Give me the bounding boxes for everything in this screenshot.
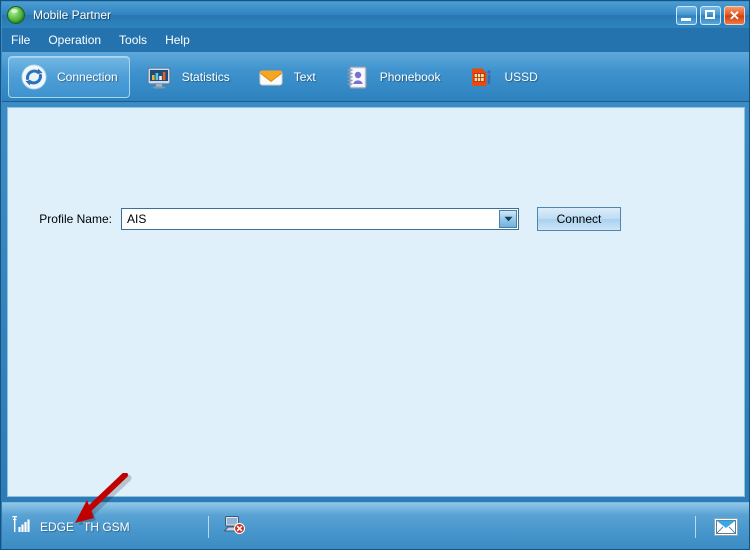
menu-item-file[interactable]: File <box>2 30 39 50</box>
status-right-group <box>695 515 738 538</box>
tab-connection[interactable]: Connection <box>8 55 130 98</box>
tab-statistics-label: Statistics <box>181 69 230 84</box>
monitor-chart-icon <box>145 63 173 91</box>
status-separator <box>207 515 209 538</box>
computer-disconnected-icon <box>223 514 245 539</box>
application-window: Mobile Partner ✕ File Operation Tools He… <box>0 0 750 550</box>
close-button[interactable]: ✕ <box>724 5 745 25</box>
tab-phonebook[interactable]: Phonebook <box>331 56 453 98</box>
title-bar: Mobile Partner ✕ <box>2 2 749 28</box>
maximize-button[interactable] <box>700 5 721 25</box>
signal-bars-icon <box>12 514 32 539</box>
chevron-down-icon[interactable] <box>499 210 517 228</box>
status-bar: EDGE TH GSM <box>2 502 749 549</box>
connect-button[interactable]: Connect <box>537 207 621 231</box>
tab-text-label: Text <box>293 69 316 84</box>
network-mode-status: EDGE <box>40 519 75 534</box>
profile-name-combobox[interactable]: AIS <box>121 208 519 230</box>
window-controls: ✕ <box>676 5 749 25</box>
sim-card-info-icon <box>467 63 495 91</box>
profile-name-value: AIS <box>127 212 147 226</box>
minimize-button[interactable] <box>676 5 697 25</box>
signal-status-group: EDGE TH GSM <box>12 514 130 539</box>
tab-connection-label: Connection <box>57 69 118 84</box>
globe-green-icon <box>7 6 25 24</box>
status-separator-right <box>695 515 696 538</box>
tab-text[interactable]: Text <box>245 56 328 98</box>
menu-item-operation[interactable]: Operation <box>39 30 110 50</box>
tab-ussd[interactable]: USSD <box>455 56 549 98</box>
operator-name-status: TH GSM <box>83 519 130 534</box>
envelope-icon[interactable] <box>714 517 738 536</box>
tab-phonebook-label: Phonebook <box>379 69 441 84</box>
window-title: Mobile Partner <box>33 8 112 22</box>
contacts-book-icon <box>343 63 371 91</box>
tab-ussd-label: USSD <box>504 69 538 84</box>
menu-item-help[interactable]: Help <box>156 30 199 50</box>
envelope-orange-icon <box>257 63 285 91</box>
connection-content-panel: Profile Name: AIS Connect <box>7 107 745 497</box>
sync-arrows-icon <box>20 63 48 91</box>
profile-name-label: Profile Name: <box>39 212 112 226</box>
menu-bar: File Operation Tools Help <box>2 28 749 52</box>
main-toolbar: Connection Statistics Text Phonebook USS… <box>2 52 749 102</box>
connection-status-group <box>207 514 245 539</box>
tab-statistics[interactable]: Statistics <box>133 56 242 98</box>
profile-row: Profile Name: AIS Connect <box>8 207 744 231</box>
menu-item-tools[interactable]: Tools <box>110 30 156 50</box>
